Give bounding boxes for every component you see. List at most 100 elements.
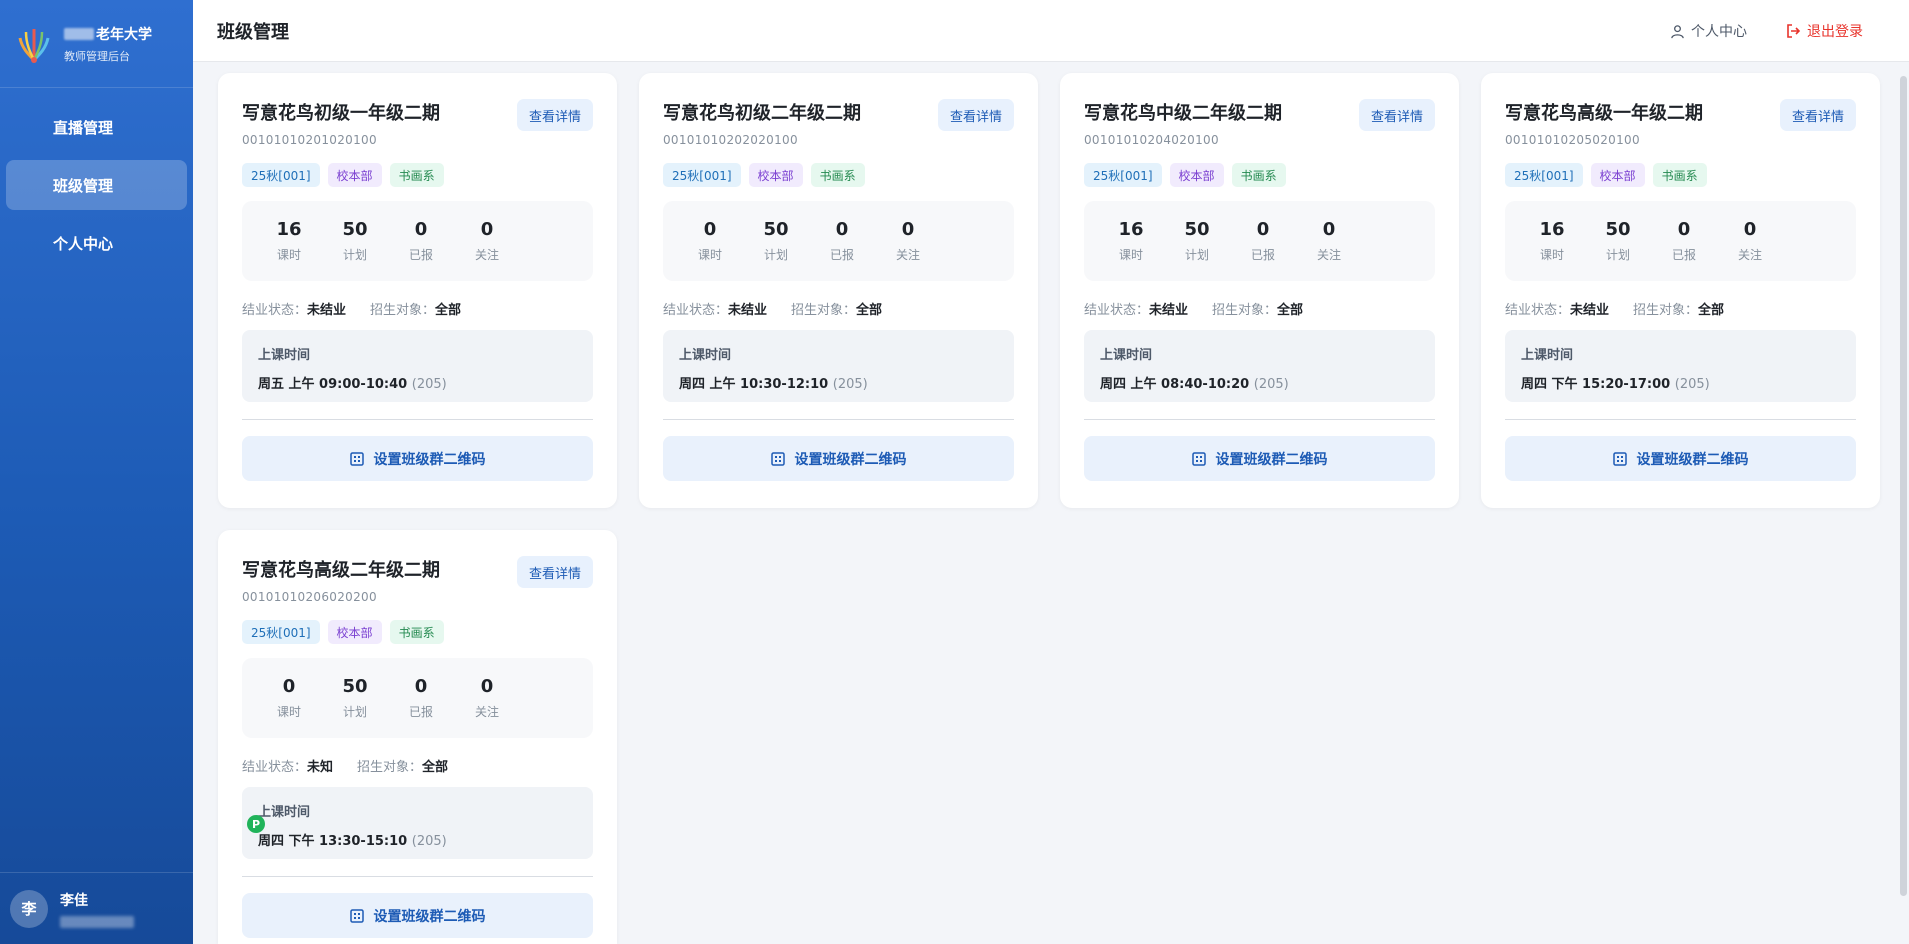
qr-code-icon — [349, 451, 364, 466]
term-tag: 25秋[001] — [663, 163, 741, 187]
qr-code-icon — [1191, 451, 1206, 466]
schedule-box: 上课时间 周四 下午 15:20-17:00 (205) — [1505, 330, 1856, 402]
view-detail-button[interactable]: 查看详情 — [938, 99, 1014, 131]
set-qr-code-button[interactable]: 设置班级群二维码 — [663, 436, 1014, 481]
brand-name: 老年大学 — [64, 24, 152, 44]
class-card: 写意花鸟初级一年级二期 查看详情 00101010201020100 25秋[0… — [218, 73, 617, 508]
follow-label: 关注 — [1737, 248, 1762, 262]
scrollbar[interactable] — [1897, 62, 1909, 944]
divider — [1505, 419, 1856, 420]
target-value: 全部 — [422, 760, 449, 775]
user-sub-blurred — [60, 915, 134, 928]
stats-panel: 0 课时 50 计划 0 已报 0 关注 — [663, 201, 1014, 281]
class-code: 00101010204020100 — [1084, 133, 1219, 147]
plan-label: 计划 — [1605, 248, 1630, 262]
campus-tag: 校本部 — [327, 163, 382, 187]
room-number: (205) — [1674, 377, 1710, 392]
sidebar: 老年大学 教师管理后台 直播管理 班级管理 个人中心 李 李佳 — [0, 0, 193, 944]
schedule-box: 上课时间 周五 上午 09:00-10:40 (205) — [242, 330, 593, 402]
follow-count: 0 — [480, 219, 494, 240]
schedule-time: 周四 下午 13:30-15:10 — [258, 834, 408, 849]
divider — [242, 876, 593, 877]
brand-subtitle: 教师管理后台 — [64, 49, 130, 63]
status-value: 未结业 — [728, 303, 768, 318]
stats-panel: 16 课时 50 计划 0 已报 0 关注 — [242, 201, 593, 281]
target-value: 全部 — [856, 303, 883, 318]
status-label: 结业状态： — [242, 760, 308, 775]
logout-icon — [1787, 24, 1801, 38]
follow-count: 0 — [1743, 219, 1757, 240]
logout-button[interactable]: 退出登录 — [1785, 21, 1863, 41]
class-code: 00101010201020100 — [242, 133, 377, 147]
view-detail-button[interactable]: 查看详情 — [517, 99, 593, 131]
plan-label: 计划 — [763, 248, 788, 262]
status-label: 结业状态： — [1084, 303, 1150, 318]
sidebar-item-live[interactable]: 直播管理 — [6, 102, 187, 152]
stats-panel: 16 课时 50 计划 0 已报 0 关注 — [1505, 201, 1856, 281]
divider — [1084, 419, 1435, 420]
follow-count: 0 — [1322, 219, 1336, 240]
qr-code-icon — [1612, 451, 1627, 466]
term-tag: 25秋[001] — [1084, 163, 1162, 187]
view-detail-button[interactable]: 查看详情 — [1359, 99, 1435, 131]
follow-label: 关注 — [895, 248, 920, 262]
schedule-label: 上课时间 — [1100, 348, 1153, 363]
blurred-text — [64, 27, 94, 40]
schedule-label: 上课时间 — [1521, 348, 1574, 363]
plan-label: 计划 — [342, 705, 367, 719]
schedule-box: 上课时间 周四 上午 10:30-12:10 (205) — [663, 330, 1014, 402]
class-card: 写意花鸟高级一年级二期 查看详情 00101010205020100 25秋[0… — [1481, 73, 1880, 508]
schedule-time: 周四 上午 08:40-10:20 — [1100, 377, 1250, 392]
lessons-count: 16 — [1539, 219, 1565, 240]
campus-tag: 校本部 — [1169, 163, 1224, 187]
set-qr-code-button[interactable]: 设置班级群二维码 — [242, 436, 593, 481]
status-value: 未结业 — [1149, 303, 1189, 318]
plan-label: 计划 — [1184, 248, 1209, 262]
profile-button[interactable]: 个人中心 — [1670, 21, 1747, 41]
schedule-label: 上课时间 — [679, 348, 732, 363]
floating-tool-icon[interactable]: P — [247, 815, 265, 833]
divider — [242, 419, 593, 420]
lessons-label: 课时 — [276, 705, 301, 719]
plan-count: 50 — [342, 676, 368, 697]
lessons-label: 课时 — [697, 248, 722, 262]
qr-code-icon — [349, 908, 364, 923]
set-qr-code-button[interactable]: 设置班级群二维码 — [242, 893, 593, 938]
brand: 老年大学 教师管理后台 — [0, 0, 193, 88]
scroll-thumb[interactable] — [1900, 76, 1907, 896]
target-label: 招生对象： — [1633, 303, 1699, 318]
enrolled-label: 已报 — [408, 248, 433, 262]
enrolled-label: 已报 — [1250, 248, 1275, 262]
target-value: 全部 — [1698, 303, 1725, 318]
enrolled-label: 已报 — [408, 705, 433, 719]
department-tag: 书画系 — [389, 620, 444, 644]
class-code: 00101010202020100 — [663, 133, 798, 147]
schedule-label: 上课时间 — [258, 348, 311, 363]
qr-code-icon — [770, 451, 785, 466]
header: 班级管理 个人中心 退出登录 — [193, 0, 1909, 62]
lessons-label: 课时 — [276, 248, 301, 262]
status-value: 未知 — [307, 760, 334, 775]
view-detail-button[interactable]: 查看详情 — [1780, 99, 1856, 131]
term-tag: 25秋[001] — [242, 163, 320, 187]
term-tag: 25秋[001] — [242, 620, 320, 644]
sidebar-item-classes[interactable]: 班级管理 — [6, 160, 187, 210]
target-value: 全部 — [435, 303, 462, 318]
plan-count: 50 — [342, 219, 368, 240]
set-qr-code-button[interactable]: 设置班级群二维码 — [1505, 436, 1856, 481]
user-icon — [1671, 24, 1684, 38]
user-block[interactable]: 李 李佳 — [0, 872, 193, 944]
schedule-box: 上课时间 周四 下午 13:30-15:10 (205) — [242, 787, 593, 859]
department-tag: 书画系 — [1652, 163, 1707, 187]
schedule-box: 上课时间 周四 上午 08:40-10:20 (205) — [1084, 330, 1435, 402]
lessons-count: 0 — [703, 219, 717, 240]
logo-icon — [14, 24, 54, 64]
sidebar-item-profile[interactable]: 个人中心 — [6, 218, 187, 268]
room-number: (205) — [411, 377, 447, 392]
set-qr-code-button[interactable]: 设置班级群二维码 — [1084, 436, 1435, 481]
lessons-label: 课时 — [1539, 248, 1564, 262]
target-label: 招生对象： — [1212, 303, 1278, 318]
lessons-label: 课时 — [1118, 248, 1143, 262]
view-detail-button[interactable]: 查看详情 — [517, 556, 593, 588]
schedule-time: 周四 下午 15:20-17:00 — [1521, 377, 1671, 392]
